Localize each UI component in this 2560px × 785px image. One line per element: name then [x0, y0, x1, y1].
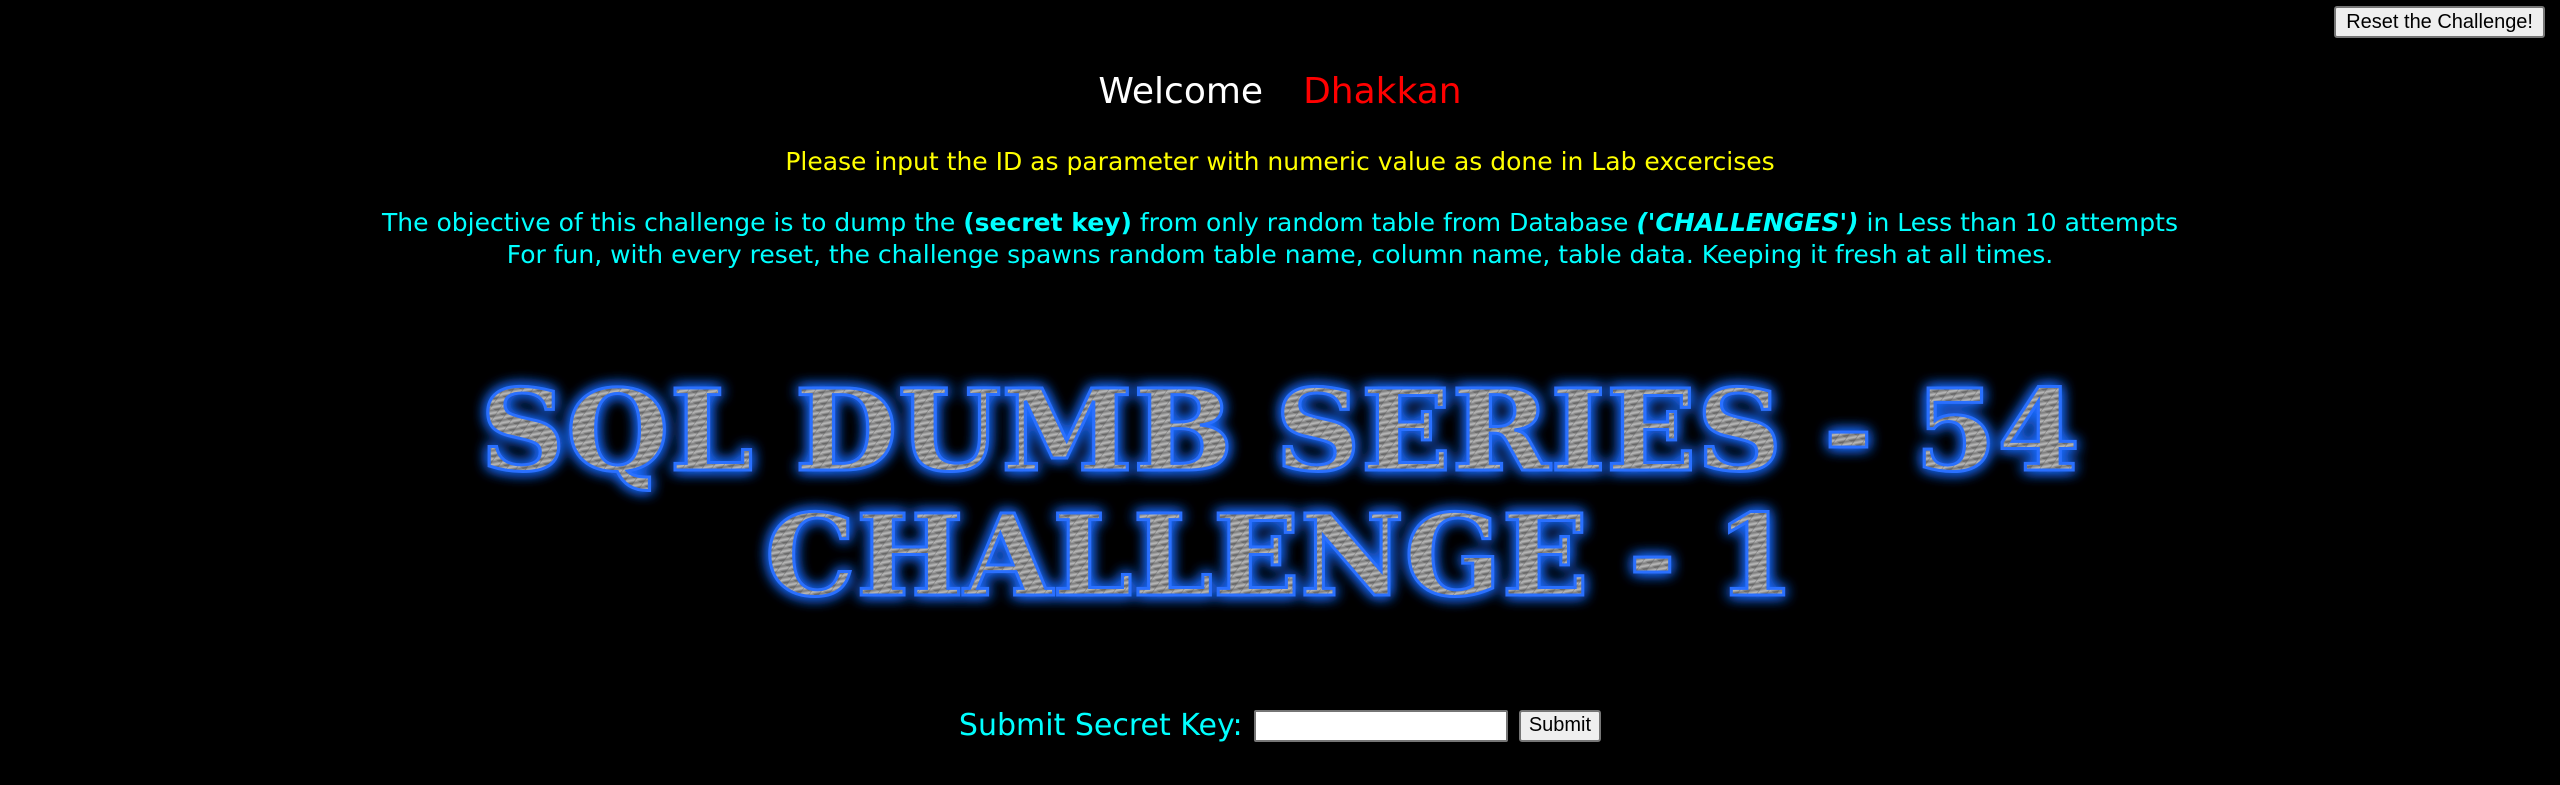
objective-text: The objective of this challenge is to du…: [0, 207, 2560, 271]
banner-line-2: CHALLENGE - 1: [765, 491, 1795, 620]
reset-challenge-button[interactable]: Reset the Challenge!: [2334, 6, 2545, 38]
instruction-text: Please input the ID as parameter with nu…: [785, 147, 1775, 176]
objective-pre: The objective of this challenge is to du…: [382, 208, 964, 237]
objective-line-1: The objective of this challenge is to du…: [0, 207, 2560, 239]
submit-button[interactable]: Submit: [1518, 709, 1602, 742]
secret-key-input[interactable]: [1253, 709, 1508, 742]
challenge-page: Reset the Challenge! Welcome Dhakkan Plea…: [0, 0, 2560, 785]
username: Dhakkan: [1303, 71, 1462, 112]
secret-key-term: (secret key): [963, 208, 1132, 237]
welcome-text: Welcome: [1098, 71, 1264, 112]
submit-secret-form: Submit Secret Key: Submit: [0, 708, 2560, 743]
challenge-title-banner: SQL DUMB SERIES - 54 CHALLENGE - 1: [479, 365, 2082, 621]
objective-post: in Less than 10 attempts: [1858, 208, 2178, 237]
objective-mid: from only random table from Database: [1131, 208, 1637, 237]
database-name: ('CHALLENGES'): [1636, 208, 1859, 237]
submit-secret-label: Submit Secret Key:: [958, 708, 1243, 743]
objective-line-2: For fun, with every reset, the challenge…: [506, 240, 2054, 269]
welcome-banner: Welcome Dhakkan: [0, 64, 2560, 120]
banner-line-1: SQL DUMB SERIES - 54: [480, 366, 2080, 497]
